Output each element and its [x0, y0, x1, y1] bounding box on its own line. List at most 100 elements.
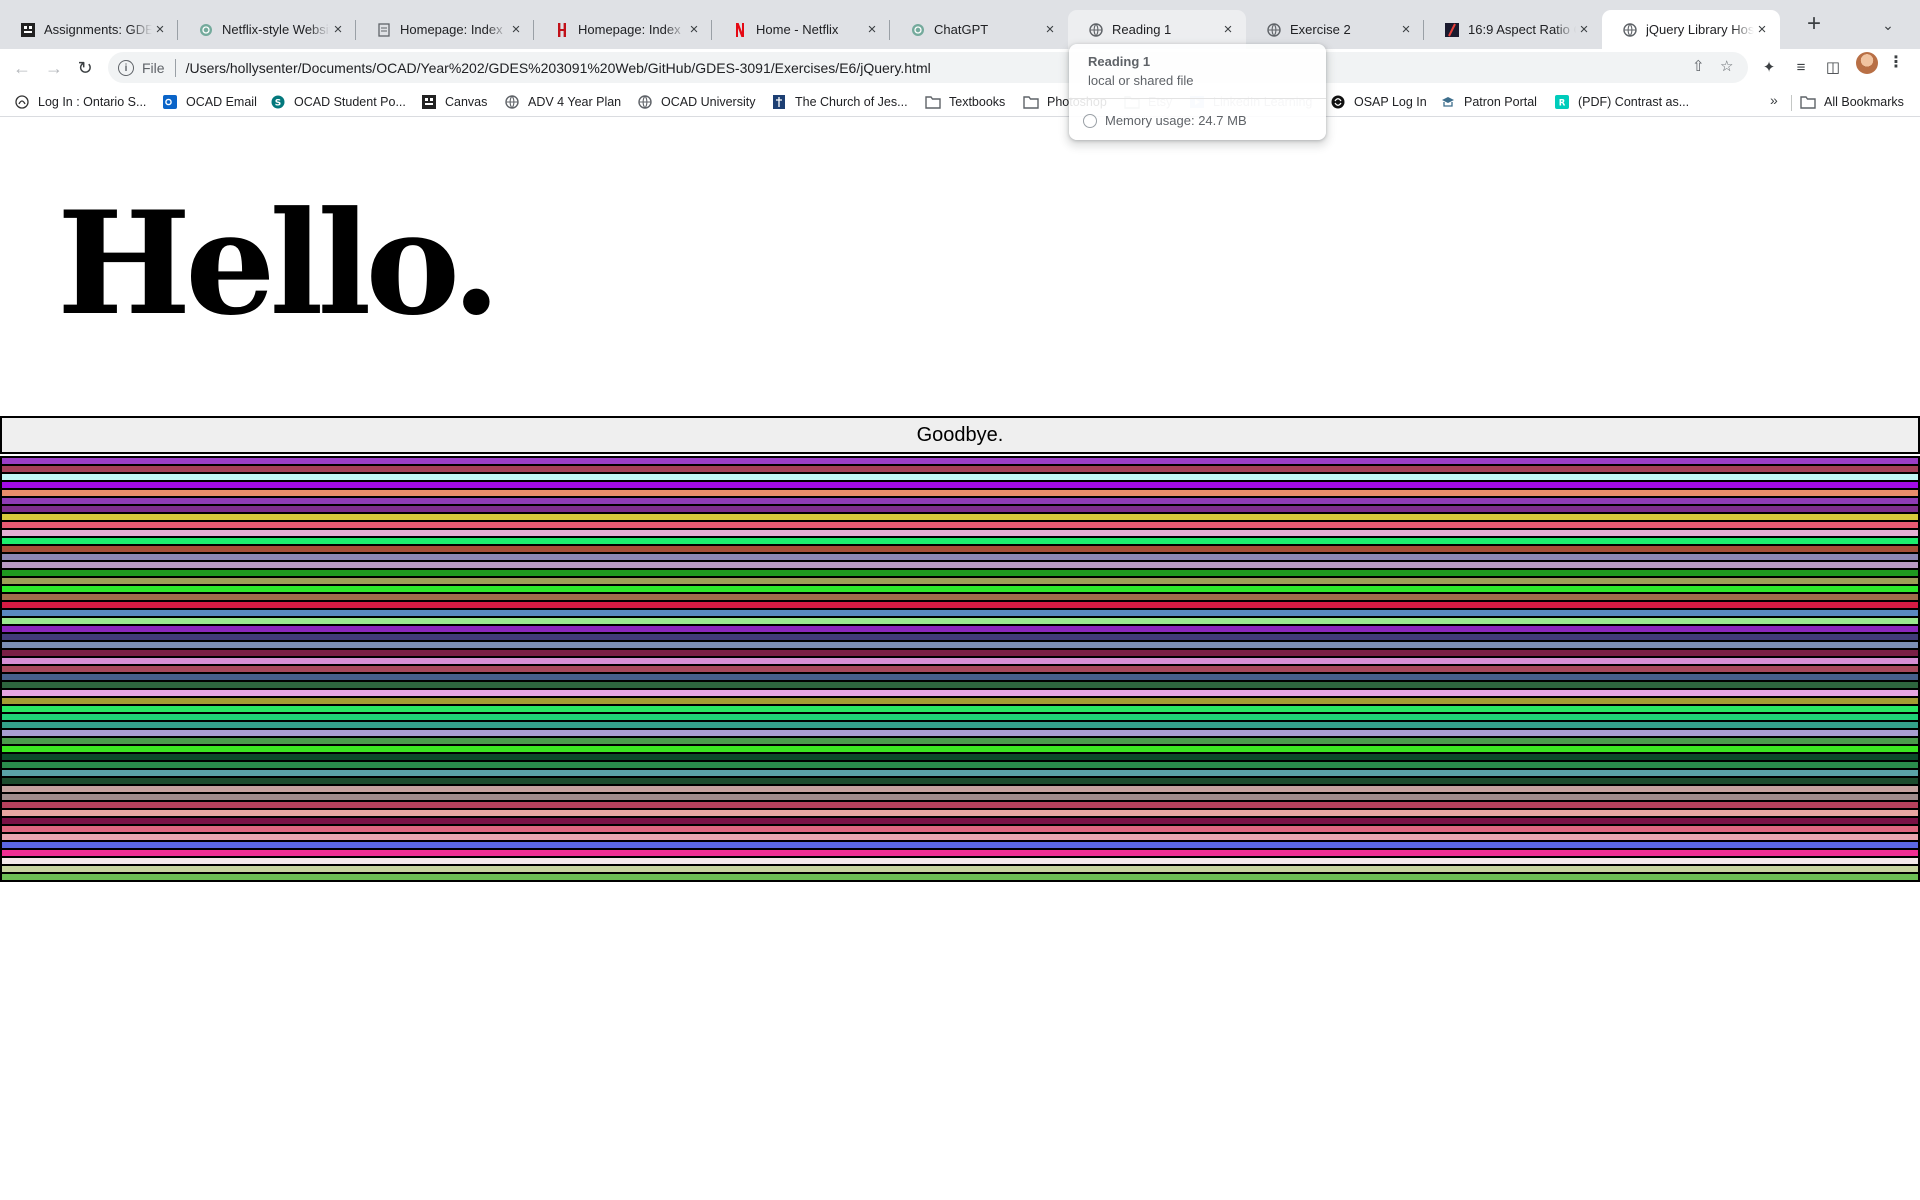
- chatgpt-icon: [198, 22, 214, 38]
- browser-tab[interactable]: 16:9 Aspect Ratio Calculator×: [1424, 10, 1602, 49]
- bookmarks-divider: [1791, 95, 1792, 111]
- bookmark-label: OCAD Student Po...: [294, 95, 406, 109]
- browser-tab[interactable]: ChatGPT ×: [890, 10, 1068, 49]
- extensions-puzzle-icon[interactable]: ✦: [1759, 58, 1779, 78]
- tab-close-icon[interactable]: ×: [508, 21, 524, 38]
- tab-close-icon[interactable]: ×: [330, 21, 346, 38]
- bookmark-item[interactable]: OCAD University: [637, 92, 755, 112]
- bookmark-label: Textbooks: [949, 95, 1006, 109]
- tab-close-icon[interactable]: ×: [152, 21, 168, 38]
- patron-icon: [1440, 94, 1456, 110]
- url-text[interactable]: /Users/hollysenter/Documents/OCAD/Year%2…: [186, 60, 931, 76]
- tab-close-icon[interactable]: ×: [1398, 21, 1414, 38]
- bookmark-item[interactable]: The Church of Jes...: [771, 92, 908, 112]
- researchgate-icon: R: [1554, 94, 1570, 110]
- hover-card-title: Reading 1: [1088, 54, 1151, 69]
- all-bookmarks-label: All Bookmarks: [1824, 95, 1904, 109]
- tab-title: Homepage: Index: [400, 22, 503, 37]
- forward-arrow-icon[interactable]: →: [40, 54, 68, 82]
- profile-avatar[interactable]: [1856, 52, 1878, 74]
- tab-title: Netflix-style Website: [222, 22, 330, 37]
- browser-tab[interactable]: Assignments: GDES 3091×: [0, 10, 178, 49]
- tab-title: Exercise 2: [1290, 22, 1351, 37]
- tab-title: Home - Netflix: [756, 22, 839, 37]
- tab-close-icon[interactable]: ×: [686, 21, 702, 38]
- bookmark-label: Log In : Ontario S...: [38, 95, 147, 109]
- tab-search-chevron-icon[interactable]: ⌄: [1876, 13, 1900, 37]
- reload-icon[interactable]: ↻: [71, 54, 99, 82]
- browser-tab[interactable]: Homepage: Index ×: [356, 10, 534, 49]
- page-icon: [376, 22, 392, 38]
- bookmark-label: The Church of Jes...: [795, 95, 908, 109]
- browser-tab[interactable]: Home - Netflix ×: [712, 10, 890, 49]
- page-content: Hello. Goodbye.: [0, 118, 1920, 1200]
- color-stripes: [0, 456, 1920, 882]
- hover-card-memory: Memory usage: 24.7 MB: [1083, 113, 1247, 128]
- bookmarks-overflow-chevron-icon[interactable]: »: [1770, 92, 1778, 108]
- tab-hover-card: Reading 1 local or shared file Memory us…: [1069, 44, 1326, 140]
- bookmark-item[interactable]: S OCAD Student Po...: [270, 92, 406, 112]
- hbo-icon: [554, 22, 570, 38]
- hover-card-subtitle: local or shared file: [1088, 73, 1194, 88]
- bookmark-item[interactable]: OSAP Log In: [1330, 92, 1427, 112]
- tab-title: Assignments: GDES 3091: [44, 22, 152, 37]
- omnibox-divider: [174, 58, 176, 77]
- svg-text:R: R: [1559, 99, 1566, 109]
- tab-strip: Assignments: GDES 3091×Netflix-style Web…: [0, 0, 1920, 49]
- reading-list-icon[interactable]: ≡: [1791, 58, 1811, 78]
- color-stripe: [0, 872, 1920, 882]
- back-arrow-icon[interactable]: ←: [8, 54, 36, 82]
- globe-icon: [1622, 22, 1638, 38]
- tab-title: Homepage: Index: [578, 22, 681, 37]
- site-info-icon[interactable]: i: [118, 59, 134, 76]
- tab-close-icon[interactable]: ×: [1042, 21, 1058, 38]
- tab-title: jQuery Library Hosting: [1646, 22, 1754, 37]
- goodbye-bar[interactable]: Goodbye.: [0, 416, 1920, 454]
- memory-usage-text: Memory usage: 24.7 MB: [1105, 113, 1247, 128]
- svg-text:S: S: [275, 99, 281, 109]
- bookmark-label: OCAD Email: [186, 95, 257, 109]
- tab-close-icon[interactable]: ×: [1576, 21, 1592, 38]
- sharepoint-icon: S: [270, 94, 286, 110]
- bookmark-label: OCAD University: [661, 95, 756, 109]
- memory-gauge-icon: [1083, 113, 1097, 128]
- share-icon[interactable]: ⇧: [1692, 58, 1705, 76]
- bookmark-label: Canvas: [445, 95, 488, 109]
- bookmark-label: (PDF) Contrast as...: [1578, 95, 1690, 109]
- bookmark-label: ADV 4 Year Plan: [528, 95, 622, 109]
- bookmark-item[interactable]: Textbooks: [925, 92, 1005, 112]
- tab-title: ChatGPT: [934, 22, 989, 37]
- bookmarks-bar: R (PDF) Contrast as... Patron Portal OSAP L…: [0, 87, 1920, 117]
- bookmark-label: OSAP Log In: [1354, 95, 1427, 109]
- bookmark-item[interactable]: OCAD Email: [162, 92, 257, 112]
- menu-kebab-icon[interactable]: ⋮: [1886, 52, 1906, 74]
- chatgpt-icon: [910, 22, 926, 38]
- tab-close-icon[interactable]: ×: [864, 21, 880, 38]
- browser-tab[interactable]: Homepage: Index ×: [534, 10, 712, 49]
- bookmark-item[interactable]: Log In : Ontario S...: [14, 92, 146, 112]
- browser-tab[interactable]: Netflix-style Website ×: [178, 10, 356, 49]
- side-panel-icon[interactable]: ◫: [1823, 58, 1843, 78]
- folder-icon: [925, 94, 941, 110]
- browser-tab[interactable]: jQuery Library Hosting×: [1602, 10, 1780, 49]
- bookmark-label: Patron Portal: [1464, 95, 1537, 109]
- hello-heading: Hello.: [57, 181, 501, 347]
- netflix-icon: [732, 22, 748, 38]
- tab-close-icon[interactable]: ×: [1220, 21, 1236, 38]
- address-bar[interactable]: i File /Users/hollysenter/Documents/OCAD…: [108, 52, 1748, 83]
- globe-icon: [1088, 22, 1104, 38]
- bookmark-item[interactable]: Patron Portal: [1440, 92, 1537, 112]
- folder-icon: [1800, 94, 1816, 110]
- bookmark-item[interactable]: R (PDF) Contrast as...: [1554, 92, 1689, 112]
- ontario-icon: [14, 94, 30, 110]
- tab-close-icon[interactable]: ×: [1754, 21, 1770, 38]
- slash-icon: [1444, 22, 1460, 38]
- tab-title: 16:9 Aspect Ratio Calculator: [1468, 22, 1576, 37]
- bookmark-item[interactable]: Canvas: [421, 92, 487, 112]
- all-bookmarks-folder[interactable]: All Bookmarks: [1800, 92, 1904, 112]
- globe-icon: [1266, 22, 1282, 38]
- outlook-icon: [162, 94, 178, 110]
- bookmark-star-icon[interactable]: ☆: [1720, 58, 1733, 76]
- new-tab-button[interactable]: +: [1800, 11, 1828, 39]
- bookmark-item[interactable]: ADV 4 Year Plan: [504, 92, 621, 112]
